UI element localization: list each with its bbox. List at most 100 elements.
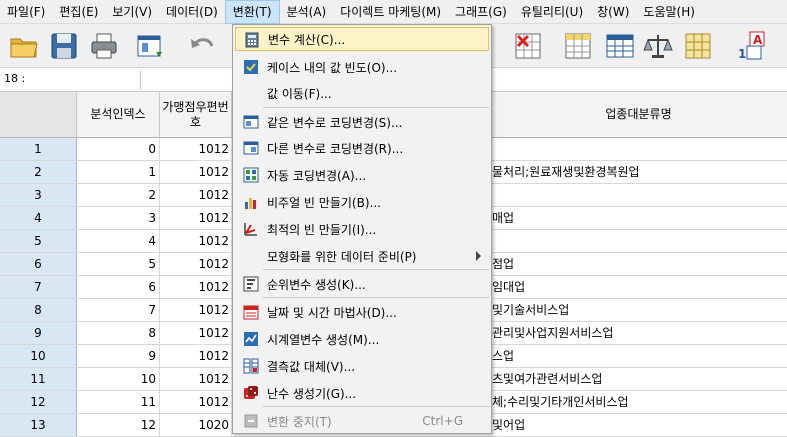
row-number[interactable]: 12 [0, 391, 77, 413]
data-table-icon[interactable] [604, 30, 636, 62]
table-cell[interactable]: 6 [77, 276, 160, 298]
menu-item-label: 순위변수 생성(K)... [267, 277, 366, 292]
menu-item-run-pending[interactable]: 변환 중지(T) Ctrl+G [235, 409, 489, 433]
select-cases-icon[interactable] [682, 30, 714, 62]
table-cell[interactable]: 5 [77, 253, 160, 275]
table-cell[interactable]: 및기술서비스업 [490, 299, 787, 321]
open-folder-icon[interactable] [8, 30, 40, 62]
menu-file[interactable]: 파일(F) [0, 0, 52, 24]
undo-icon[interactable] [186, 30, 218, 62]
table-cell[interactable]: 스업 [490, 345, 787, 367]
row-number[interactable]: 13 [0, 414, 77, 436]
menu-item-create-time-series[interactable]: 시계열변수 생성(M)... [235, 327, 489, 351]
menu-direct-marketing[interactable]: 다이렉트 마케팅(M) [333, 0, 448, 24]
menu-item-shift-values[interactable]: 값 이동(F)... [235, 81, 489, 105]
menu-view[interactable]: 보기(V) [105, 0, 159, 24]
menu-graphs[interactable]: 그래프(G) [448, 0, 514, 24]
table-cell[interactable]: 8 [77, 322, 160, 344]
column-header[interactable]: 가맹점우편번호 [160, 92, 232, 138]
table-cell[interactable]: 체;수리및기타개인서비스업 [490, 391, 787, 413]
row-number[interactable]: 11 [0, 368, 77, 390]
table-cell[interactable]: 1012 [160, 138, 232, 160]
table-cell[interactable]: 점업 [490, 253, 787, 275]
menu-item-optimal-binning[interactable]: 최적의 빈 만들기(I)... [235, 217, 489, 241]
menu-help[interactable]: 도움말(H) [636, 0, 702, 24]
table-cell[interactable] [490, 138, 787, 160]
table-cell[interactable]: 12 [77, 414, 160, 436]
recall-dialog-icon[interactable] [134, 30, 166, 62]
row-number[interactable]: 8 [0, 299, 77, 321]
menu-item-label: 같은 변수로 코딩변경(S)... [267, 115, 403, 130]
menu-separator [263, 297, 489, 298]
table-cell[interactable]: 1012 [160, 230, 232, 252]
table-cell[interactable]: 1012 [160, 207, 232, 229]
row-number[interactable]: 3 [0, 184, 77, 206]
menu-item-date-time-wizard[interactable]: 날짜 및 시간 마법사(D)... [235, 300, 489, 324]
row-number[interactable]: 5 [0, 230, 77, 252]
table-cell[interactable]: 1 [77, 161, 160, 183]
menu-separator [263, 406, 489, 407]
table-cell[interactable]: 0 [77, 138, 160, 160]
menu-item-label: 결측값 대체(V)... [267, 359, 356, 374]
table-cell[interactable]: 물처리;원료재생및환경복원업 [490, 161, 787, 183]
menu-analyze[interactable]: 분석(A) [280, 0, 334, 24]
menu-edit[interactable]: 편집(E) [52, 0, 105, 24]
table-cell[interactable]: 1012 [160, 161, 232, 183]
table-cell[interactable]: 1020 [160, 414, 232, 436]
table-cell[interactable]: 1012 [160, 391, 232, 413]
weight-cases-icon[interactable] [642, 30, 674, 62]
table-cell[interactable]: 4 [77, 230, 160, 252]
menu-item-replace-missing[interactable]: 결측값 대체(V)... [235, 354, 489, 378]
table-cell[interactable]: 1012 [160, 184, 232, 206]
row-number[interactable]: 6 [0, 253, 77, 275]
value-labels-icon[interactable]: A 1 [734, 30, 766, 62]
menu-item-compute-variable[interactable]: 변수 계산(C)... [235, 27, 489, 51]
table-cell[interactable]: 3 [77, 207, 160, 229]
row-number[interactable]: 4 [0, 207, 77, 229]
table-cell[interactable]: 2 [77, 184, 160, 206]
menu-data[interactable]: 데이터(D) [159, 0, 225, 24]
table-cell[interactable]: 임대업 [490, 276, 787, 298]
menu-item-rank-cases[interactable]: 순위변수 생성(K)... [235, 272, 489, 296]
menu-utilities[interactable]: 유틸리티(U) [514, 0, 590, 24]
table-cell[interactable] [490, 184, 787, 206]
menu-item-prepare-data-modeling[interactable]: 모형화를 위한 데이터 준비(P) [235, 244, 489, 268]
menu-item-visual-binning[interactable]: 비주얼 빈 만들기(B)... [235, 190, 489, 214]
table-cell[interactable]: 관리및사업지원서비스업 [490, 322, 787, 344]
visual-binning-icon [245, 198, 256, 209]
table-cell[interactable]: 1012 [160, 345, 232, 367]
table-cell[interactable]: 11 [77, 391, 160, 413]
column-header[interactable]: 업종대분류명 [490, 92, 787, 138]
menu-item-label: 값 이동(F)... [267, 86, 332, 101]
table-cell[interactable]: 1012 [160, 299, 232, 321]
table-cell[interactable] [490, 230, 787, 252]
table-cell[interactable]: 1012 [160, 368, 232, 390]
menu-window[interactable]: 창(W) [590, 0, 636, 24]
table-cell[interactable]: 1012 [160, 253, 232, 275]
save-icon[interactable] [48, 30, 80, 62]
menu-item-recode-different[interactable]: 다른 변수로 코딩변경(R)... [235, 136, 489, 160]
row-number[interactable]: 2 [0, 161, 77, 183]
insert-cases-icon[interactable] [562, 30, 594, 62]
table-cell[interactable]: 및어업 [490, 414, 787, 436]
table-cell[interactable]: 1012 [160, 322, 232, 344]
menu-item-count-values[interactable]: 케이스 내의 값 빈도(O)... [235, 55, 489, 79]
row-number[interactable]: 10 [0, 345, 77, 367]
table-cell[interactable]: 1012 [160, 276, 232, 298]
corner-header[interactable] [0, 92, 77, 138]
table-cell[interactable]: 매업 [490, 207, 787, 229]
print-icon[interactable] [88, 30, 120, 62]
row-number[interactable]: 7 [0, 276, 77, 298]
row-number[interactable]: 9 [0, 322, 77, 344]
table-cell[interactable]: 10 [77, 368, 160, 390]
column-header[interactable]: 분석인덱스 [77, 92, 160, 138]
split-file-icon[interactable] [512, 30, 544, 62]
table-cell[interactable]: 츠및여가관련서비스업 [490, 368, 787, 390]
menu-item-automatic-recode[interactable]: 자동 코딩변경(A)... [235, 163, 489, 187]
table-cell[interactable]: 9 [77, 345, 160, 367]
menu-transform[interactable]: 변환(T) [224, 0, 280, 24]
row-number[interactable]: 1 [0, 138, 77, 160]
table-cell[interactable]: 7 [77, 299, 160, 321]
menu-item-recode-same[interactable]: 같은 변수로 코딩변경(S)... [235, 110, 489, 134]
menu-item-random-generators[interactable]: 난수 생성기(G)... [235, 381, 489, 405]
